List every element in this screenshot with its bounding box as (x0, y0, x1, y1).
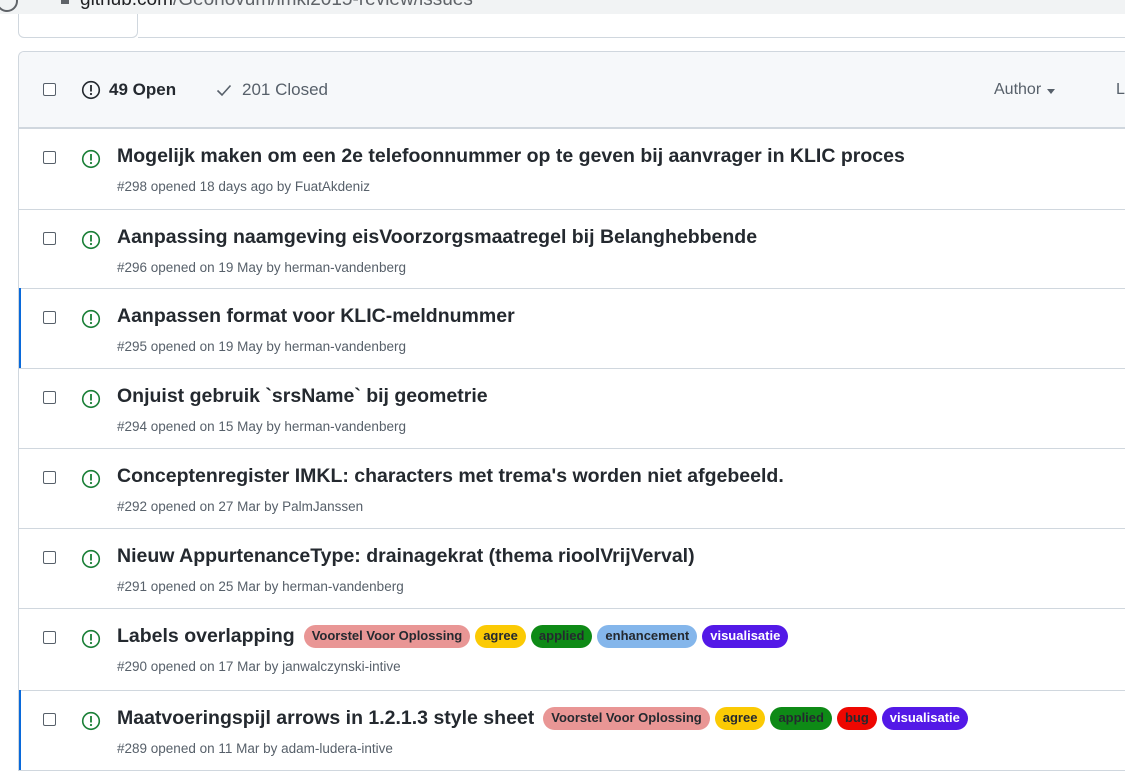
issue-label[interactable]: agree (714, 707, 766, 730)
issue-title-link[interactable]: Aanpassing naamgeving eisVoorzorgsmaatre… (117, 226, 757, 249)
issue-title-link[interactable]: Aanpassen format voor KLIC-meldnummer (117, 305, 515, 328)
issue-row[interactable]: Mogelijk maken om een 2e telefoonnummer … (19, 128, 1125, 209)
issue-label[interactable]: applied (530, 625, 593, 648)
author-filter-label: Author (994, 81, 1042, 98)
open-issues-filter[interactable]: 49 Open (81, 80, 176, 100)
issue-row[interactable]: Labels overlapping Voorstel Voor Oplossin… (19, 608, 1125, 690)
issue-open-icon (81, 149, 101, 169)
author-filter-dropdown[interactable]: Author (994, 81, 1056, 99)
issue-open-icon (81, 80, 101, 100)
issue-meta: #298 opened 18 days ago by FuatAkdeniz (117, 179, 370, 194)
issue-title-line: Labels overlapping Voorstel Voor Oplossin… (117, 625, 789, 648)
issue-checkbox[interactable] (43, 631, 56, 644)
issue-row[interactable]: Aanpassen format voor KLIC-meldnummer #29… (19, 288, 1125, 368)
chevron-down-icon (1047, 88, 1056, 94)
lock-icon (61, 0, 69, 4)
issue-checkbox[interactable] (43, 551, 56, 564)
issue-meta: #294 opened on 15 May by herman-vandenbe… (117, 419, 406, 434)
url-path: /Geonovum/imkl2015-review/issues (173, 0, 473, 10)
issue-title-link[interactable]: Onjuist gebruik `srsName` bij geometrie (117, 385, 488, 408)
issue-open-icon (81, 389, 101, 409)
issue-meta: #292 opened on 27 Mar by PalmJanssen (117, 499, 364, 514)
issue-title-link[interactable]: Maatvoeringspijl arrows in 1.2.1.3 style… (117, 707, 534, 730)
issue-title-line: Onjuist gebruik `srsName` bij geometrie (117, 385, 492, 408)
browser-address-bar[interactable]: github.com/Geonovum/imkl2015-review/issu… (0, 0, 1125, 14)
issue-meta: #295 opened on 19 May by herman-vandenbe… (117, 339, 406, 354)
issue-row[interactable]: Conceptenregister IMKL: characters met t… (19, 448, 1125, 528)
nav-tab-stub (18, 14, 138, 38)
issue-checkbox[interactable] (43, 391, 56, 404)
issue-label[interactable]: Voorstel Voor Oplossing (303, 625, 471, 648)
issue-label[interactable]: Voorstel Voor Oplossing (543, 707, 710, 730)
reload-icon[interactable] (0, 0, 18, 12)
issue-open-icon (81, 230, 101, 250)
issues-list-header: 49 Open 201 Closed Author L (19, 52, 1125, 128)
issue-title-link[interactable]: Nieuw AppurtenanceType: drainagekrat (th… (117, 545, 695, 568)
issue-title-line: Nieuw AppurtenanceType: drainagekrat (th… (117, 545, 699, 568)
issue-open-icon (81, 629, 101, 649)
issue-label[interactable]: agree (475, 625, 526, 648)
issue-checkbox[interactable] (43, 713, 56, 726)
issue-checkbox[interactable] (43, 311, 56, 324)
nav-divider (138, 37, 1125, 38)
url-text[interactable]: github.com/Geonovum/imkl2015-review/issu… (80, 0, 473, 11)
issue-meta: #289 opened on 11 Mar by adam-ludera-int… (117, 741, 393, 756)
issue-label[interactable]: bug (836, 707, 877, 730)
open-count-label: 49 Open (109, 80, 177, 99)
issue-meta: #296 opened on 19 May by herman-vandenbe… (117, 260, 406, 275)
issue-open-icon (81, 549, 101, 569)
select-all-checkbox[interactable] (43, 83, 56, 96)
issue-open-icon (81, 711, 101, 731)
issue-row[interactable]: Onjuist gebruik `srsName` bij geometrie #… (19, 368, 1125, 448)
closed-issues-filter[interactable]: 201 Closed (215, 80, 328, 100)
issue-label[interactable]: applied (770, 707, 832, 730)
issue-title-line: Aanpassen format voor KLIC-meldnummer (117, 305, 519, 328)
issue-title-link[interactable]: Conceptenregister IMKL: characters met t… (117, 465, 784, 488)
check-icon (216, 84, 232, 97)
issues-list: 49 Open 201 Closed Author L Mogelijk mak… (18, 51, 1125, 771)
issue-label[interactable]: visualisatie (881, 707, 968, 730)
issue-open-icon (81, 469, 101, 489)
issue-row[interactable]: Nieuw AppurtenanceType: drainagekrat (th… (19, 528, 1125, 608)
issue-open-icon (81, 309, 101, 329)
issue-label[interactable]: enhancement (597, 625, 698, 648)
issue-title-line: Mogelijk maken om een 2e telefoonnummer … (117, 145, 909, 168)
issue-title-link[interactable]: Labels overlapping (117, 625, 295, 648)
issue-checkbox[interactable] (43, 232, 56, 245)
issue-title-line: Conceptenregister IMKL: characters met t… (117, 465, 788, 488)
issue-title-line: Maatvoeringspijl arrows in 1.2.1.3 style… (117, 707, 968, 730)
closed-count-label: 201 Closed (242, 80, 329, 99)
issue-title-line: Aanpassing naamgeving eisVoorzorgsmaatre… (117, 226, 761, 249)
issue-label[interactable]: visualisatie (702, 625, 789, 648)
issue-title-link[interactable]: Mogelijk maken om een 2e telefoonnummer … (117, 145, 905, 168)
label-filter-dropdown[interactable]: L (1116, 81, 1125, 99)
issue-row[interactable]: Aanpassing naamgeving eisVoorzorgsmaatre… (19, 209, 1125, 288)
issue-meta: #291 opened on 25 Mar by herman-vandenbe… (117, 579, 404, 594)
issue-meta: #290 opened on 17 Mar by janwalczynski-i… (117, 659, 401, 674)
issue-checkbox[interactable] (43, 471, 56, 484)
url-host: github.com (80, 0, 173, 10)
issue-checkbox[interactable] (43, 151, 56, 164)
issue-row[interactable]: Maatvoeringspijl arrows in 1.2.1.3 style… (19, 690, 1125, 770)
